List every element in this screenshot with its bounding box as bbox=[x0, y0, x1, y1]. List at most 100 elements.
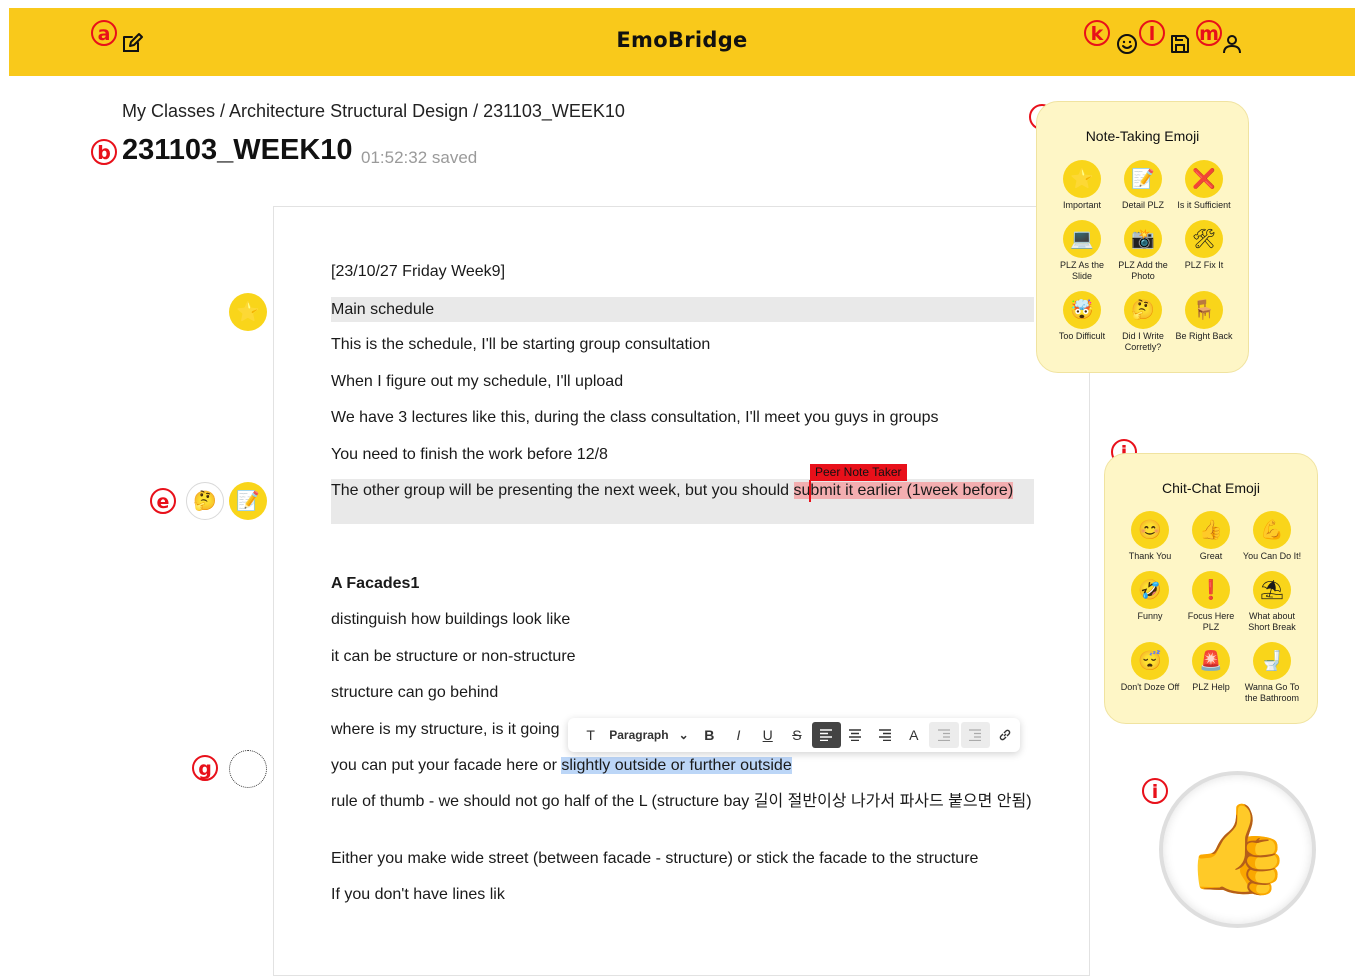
smile-icon: 😊 bbox=[1131, 511, 1169, 549]
editor-line[interactable]: When I figure out my schedule, I'll uplo… bbox=[331, 372, 1034, 392]
indent-button[interactable] bbox=[960, 722, 990, 748]
laptop-icon: 💻 bbox=[1063, 220, 1101, 258]
align-center-button[interactable] bbox=[841, 722, 870, 748]
chit-chat-emoji-panel: Chit-Chat Emoji 😊 Thank You 👍 Great 💪 You C… bbox=[1104, 453, 1318, 724]
align-left-button[interactable] bbox=[811, 722, 841, 748]
gutter-thinking-emoji[interactable]: 🤔 bbox=[186, 482, 224, 520]
text-color-button[interactable]: A bbox=[899, 722, 928, 748]
emoji-plz-help[interactable]: 🚨 PLZ Help bbox=[1180, 642, 1242, 693]
laughing-icon: 🤣 bbox=[1131, 571, 1169, 609]
align-center-icon bbox=[849, 729, 862, 741]
emoji-thank-you[interactable]: 😊 Thank You bbox=[1119, 511, 1181, 562]
editor-line-highlighted[interactable]: The other group will be presenting the n… bbox=[331, 479, 1034, 524]
editor-line[interactable]: If you don't have lines lik bbox=[331, 885, 1034, 905]
text-type-icon[interactable]: T bbox=[576, 722, 605, 748]
marker-b: b bbox=[91, 139, 117, 165]
emoji-label: Detail PLZ bbox=[1121, 200, 1165, 210]
thinking-face-icon: 🤔 bbox=[1124, 291, 1162, 329]
emoji-label: Important bbox=[1062, 200, 1102, 210]
emoji-too-difficult[interactable]: 🤯 Too Difficult bbox=[1051, 291, 1113, 342]
emoji-you-can-do-it[interactable]: 💪 You Can Do It! bbox=[1241, 511, 1303, 562]
editor-line[interactable]: Either you make wide street (between fac… bbox=[331, 849, 1034, 869]
link-button[interactable] bbox=[991, 722, 1020, 748]
editor-line[interactable]: You need to finish the work before 12/8 bbox=[331, 445, 1034, 465]
emoji-label: Thank You bbox=[1128, 551, 1172, 561]
cross-icon: ❌ bbox=[1185, 160, 1223, 198]
edit-note-icon[interactable] bbox=[120, 31, 144, 55]
emoji-label: Don't Doze Off bbox=[1120, 682, 1180, 692]
section-heading[interactable]: A Facades1 bbox=[331, 574, 1034, 594]
paragraph-dropdown[interactable]: Paragraph ⌄ bbox=[605, 728, 694, 742]
editor-line-highlighted[interactable]: Main schedule bbox=[331, 297, 1034, 322]
align-left-icon bbox=[820, 729, 833, 741]
bold-button[interactable]: B bbox=[695, 722, 724, 748]
emoji-short-break[interactable]: ⛱ What about Short Break bbox=[1241, 571, 1303, 633]
emoji-is-it-sufficient[interactable]: ❌ Is it Sufficient bbox=[1173, 160, 1235, 211]
editor-line[interactable]: This is the schedule, I'll be starting g… bbox=[331, 335, 1034, 355]
muscle-icon: 💪 bbox=[1253, 511, 1291, 549]
strikethrough-button[interactable]: S bbox=[782, 722, 811, 748]
emoji-did-i-write-correctly[interactable]: 🤔 Did I Write Corretly? bbox=[1112, 291, 1174, 353]
link-icon bbox=[1000, 729, 1011, 741]
editor-line[interactable]: it can be structure or non-structure bbox=[331, 647, 1034, 667]
thumbs-up-icon: 👍 bbox=[1192, 511, 1230, 549]
emoji-label: What about Short Break bbox=[1248, 611, 1296, 632]
indent-icon bbox=[969, 729, 982, 741]
note-taking-emoji-panel: Note-Taking Emoji ⭐ Important 📝 Detail PLZ… bbox=[1036, 101, 1249, 373]
panel-title: Note-Taking Emoji bbox=[1085, 128, 1200, 144]
marker-g: g bbox=[192, 755, 218, 781]
emoji-focus-here[interactable]: ❗ Focus Here PLZ bbox=[1180, 571, 1242, 633]
empty-emoji-slot[interactable] bbox=[229, 750, 267, 788]
smiley-icon[interactable] bbox=[1115, 32, 1139, 56]
marker-e: e bbox=[150, 488, 176, 514]
emoji-plz-as-slide[interactable]: 💻 PLZ As the Slide bbox=[1051, 220, 1113, 282]
breadcrumb[interactable]: My Classes / Architecture Structural Des… bbox=[122, 101, 625, 122]
editor-line[interactable]: you can put your facade here or slightly… bbox=[331, 756, 1034, 776]
editor-line[interactable]: [23/10/27 Friday Week9] bbox=[331, 262, 1034, 282]
emoji-label: Is it Sufficient bbox=[1177, 200, 1231, 210]
emoji-bathroom[interactable]: 🚽 Wanna Go To the Bathroom bbox=[1241, 642, 1303, 704]
camera-icon: 📸 bbox=[1124, 220, 1162, 258]
align-right-button[interactable] bbox=[870, 722, 899, 748]
page-title[interactable]: 231103_WEEK10 bbox=[122, 134, 353, 167]
emoji-great[interactable]: 👍 Great bbox=[1180, 511, 1242, 562]
emoji-important[interactable]: ⭐ Important bbox=[1051, 160, 1113, 211]
emoji-plz-add-photo[interactable]: 📸 PLZ Add the Photo bbox=[1112, 220, 1174, 282]
peer-highlight[interactable]: submit it earlier (1week before) bbox=[793, 482, 1014, 499]
editor-line[interactable]: distinguish how buildings look like bbox=[331, 610, 1034, 630]
emoji-label: Wanna Go To the Bathroom bbox=[1244, 682, 1300, 703]
save-disk-icon[interactable] bbox=[1168, 32, 1192, 56]
emoji-label: Too Difficult bbox=[1058, 331, 1106, 341]
gutter-star-emoji[interactable]: ⭐ bbox=[229, 293, 267, 331]
emoji-be-right-back[interactable]: 🪑 Be Right Back bbox=[1173, 291, 1235, 342]
emoji-label: PLZ As the Slide bbox=[1059, 260, 1105, 281]
underline-button[interactable]: U bbox=[753, 722, 782, 748]
beach-icon: ⛱ bbox=[1253, 571, 1291, 609]
emoji-dont-doze-off[interactable]: 😴 Don't Doze Off bbox=[1119, 642, 1181, 693]
emoji-label: Focus Here PLZ bbox=[1187, 611, 1235, 632]
line-text: you can put your facade here or bbox=[331, 757, 562, 774]
panel-title: Chit-Chat Emoji bbox=[1161, 480, 1261, 496]
marker-m: m bbox=[1196, 20, 1222, 46]
emoji-label: Great bbox=[1199, 551, 1223, 561]
selected-text[interactable]: slightly outside or further outside bbox=[561, 757, 792, 774]
outdent-button[interactable] bbox=[929, 722, 959, 748]
marker-l: l bbox=[1139, 20, 1165, 46]
emoji-funny[interactable]: 🤣 Funny bbox=[1119, 571, 1181, 622]
sleeping-icon: 😴 bbox=[1131, 642, 1169, 680]
big-thumbs-up-reaction: 👍 bbox=[1159, 771, 1316, 928]
editor-line[interactable]: rule of thumb - we should not go half of… bbox=[331, 792, 1034, 812]
italic-button[interactable]: I bbox=[724, 722, 753, 748]
chair-icon: 🪑 bbox=[1185, 291, 1223, 329]
emoji-label: Be Right Back bbox=[1175, 331, 1233, 341]
emoji-plz-fix-it[interactable]: 🛠 PLZ Fix It bbox=[1173, 220, 1235, 271]
emoji-label: PLZ Fix It bbox=[1184, 260, 1224, 270]
gutter-memo-emoji[interactable]: 📝 bbox=[229, 482, 267, 520]
user-icon[interactable] bbox=[1220, 32, 1244, 56]
outdent-icon bbox=[938, 729, 950, 741]
editor-line[interactable]: structure can go behind bbox=[331, 683, 1034, 703]
editor-line[interactable]: We have 3 lectures like this, during the… bbox=[331, 408, 1034, 428]
exclamation-icon: ❗ bbox=[1192, 571, 1230, 609]
emoji-detail-plz[interactable]: 📝 Detail PLZ bbox=[1112, 160, 1174, 211]
marker-i: i bbox=[1142, 778, 1168, 804]
